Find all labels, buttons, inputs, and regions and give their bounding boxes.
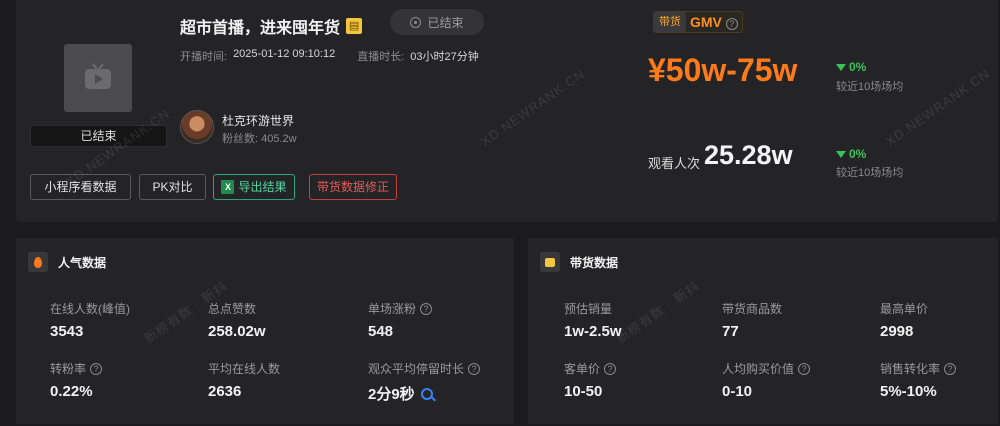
metric-total-likes: 总点赞数 258.02w — [208, 300, 266, 340]
help-icon[interactable]: ? — [468, 362, 481, 375]
shopping-cart-icon: ▤ — [346, 18, 363, 34]
metric-avg-stay: 观众平均停留时长? 2分9秒 — [368, 360, 481, 404]
anchor-avatar[interactable] — [180, 110, 214, 144]
anchor-fans: 粉丝数: 405.2w — [222, 130, 297, 146]
metric-label: 在线人数(峰值) — [50, 302, 130, 316]
metric-value: 0.22% — [50, 383, 93, 400]
viewers-label: 观看人次 — [648, 156, 701, 171]
gmv-tag-label: GMV ? — [686, 14, 742, 30]
tv-icon — [85, 63, 111, 89]
metric-value: 77 — [722, 323, 739, 340]
metric-value: 2636 — [208, 383, 242, 400]
fans-value: 405.2w — [261, 133, 297, 145]
duration-label: 直播时长: — [357, 51, 405, 63]
magnifier-icon[interactable] — [420, 387, 433, 400]
sales-panel: 带货数据 预估销量 1w-2.5w 带货商品数 77 最高单价 2998 客单价… — [528, 238, 998, 424]
gmv-tag-type: 带货 — [654, 12, 686, 32]
metric-label: 销售转化率 — [880, 362, 941, 376]
help-icon[interactable]: ? — [90, 362, 103, 375]
gmv-trend-sub: 较近10场场均 — [836, 81, 904, 93]
metric-product-count: 带货商品数 77 — [722, 300, 782, 340]
popularity-panel: 人气数据 在线人数(峰值) 3543 总点赞数 258.02w 单场涨粉? 54… — [16, 238, 514, 424]
anchor-name[interactable]: 杜克环游世界 — [222, 112, 294, 129]
metric-fan-conversion: 转粉率? 0.22% — [50, 360, 103, 400]
start-time-value: 2025-01-12 09:10:12 — [233, 48, 336, 60]
metric-label-row: 客单价? — [564, 360, 617, 377]
live-title-text: 超市首播，进来囤年货 — [180, 20, 341, 37]
metric-label-row: 人均购买价值? — [722, 360, 811, 377]
metric-label-row: 转粉率? — [50, 360, 103, 377]
status-badge: 已结束 — [390, 9, 484, 35]
metric-value-row: 2分9秒 — [368, 383, 480, 404]
gmv-label: GMV — [690, 14, 722, 30]
metric-new-fans: 单场涨粉? 548 — [368, 300, 433, 340]
metric-max-price: 最高单价 2998 — [880, 300, 928, 340]
metric-unit-price: 客单价? 10-50 — [564, 360, 617, 400]
data-correction-button[interactable]: 带货数据修正 — [309, 174, 397, 200]
popularity-header: 人气数据 — [28, 252, 106, 272]
fans-label: 粉丝数: — [222, 133, 259, 145]
gmv-trend: 0% — [836, 60, 866, 74]
gmv-tag: 带货 GMV ? — [653, 11, 743, 33]
help-icon[interactable]: ? — [725, 18, 738, 30]
flame-icon — [28, 252, 48, 272]
metric-label: 人均购买价值 — [722, 362, 795, 376]
metric-label: 总点赞数 — [208, 302, 257, 316]
metric-label: 客单价 — [564, 362, 601, 376]
trend-down-icon — [836, 151, 846, 158]
metric-label-row: 观众平均停留时长? — [368, 360, 481, 377]
watermark: 新榜有数 · 新抖 — [613, 277, 703, 347]
watermark: XD.NEWRANK.CN — [477, 65, 588, 150]
pk-compare-button[interactable]: PK对比 — [139, 174, 206, 200]
live-summary-card: 已结束 超市首播，进来囤年货 ▤ 已结束 开播时间: 2025-01-12 09… — [16, 0, 998, 222]
metric-label: 预估销量 — [564, 302, 613, 316]
metric-peak-online: 在线人数(峰值) 3543 — [50, 300, 130, 340]
metric-label: 转粉率 — [50, 362, 87, 376]
live-cover[interactable] — [64, 44, 132, 112]
help-icon[interactable]: ? — [798, 362, 811, 375]
metric-conversion-rate: 销售转化率? 5%-10% — [880, 360, 957, 400]
viewers-trend-sub: 较近10场场均 — [836, 167, 904, 179]
metric-value: 2分9秒 — [368, 386, 415, 403]
gmv-trend-value: 0% — [849, 60, 867, 74]
metric-label-row: 销售转化率? — [880, 360, 957, 377]
gmv-value: ¥50w-75w — [648, 52, 798, 88]
metric-avg-online: 平均在线人数 2636 — [208, 360, 280, 400]
metric-label: 带货商品数 — [722, 302, 783, 316]
viewers-trend: 0% — [836, 147, 866, 161]
export-button[interactable]: X 导出结果 — [213, 174, 295, 200]
metric-value: 0-10 — [722, 383, 753, 400]
metric-value: 10-50 — [564, 383, 603, 400]
live-meta: 开播时间: 2025-01-12 09:10:12 直播时长: 03小时27分钟 — [180, 48, 479, 64]
trend-down-icon — [836, 64, 846, 71]
metric-label: 单场涨粉 — [368, 302, 417, 316]
help-icon[interactable]: ? — [944, 362, 957, 375]
metric-value: 258.02w — [208, 323, 266, 340]
help-icon[interactable]: ? — [420, 302, 433, 315]
help-icon[interactable]: ? — [604, 362, 617, 375]
shopping-bag-icon — [540, 252, 560, 272]
metric-value: 2998 — [880, 323, 914, 340]
sales-title: 带货数据 — [570, 255, 619, 270]
viewers-trend-value: 0% — [849, 147, 867, 161]
live-title: 超市首播，进来囤年货 ▤ — [180, 14, 363, 38]
status-dot-icon — [410, 16, 422, 28]
status-text: 已结束 — [427, 15, 464, 30]
metric-per-capita-value: 人均购买价值? 0-10 — [722, 360, 811, 400]
metric-label-row: 单场涨粉? — [368, 300, 433, 317]
metric-value: 5%-10% — [880, 383, 937, 400]
sales-header: 带货数据 — [540, 252, 618, 272]
popularity-title: 人气数据 — [58, 255, 107, 270]
excel-icon: X — [221, 180, 235, 194]
metric-label: 平均在线人数 — [208, 362, 281, 376]
metric-label: 观众平均停留时长 — [368, 362, 465, 376]
metric-value: 548 — [368, 323, 394, 340]
duration-value: 03小时27分钟 — [410, 51, 479, 63]
viewers-value: 25.28w — [704, 140, 793, 170]
start-time-label: 开播时间: — [180, 51, 228, 63]
metric-value: 3543 — [50, 323, 84, 340]
metric-label: 最高单价 — [880, 302, 929, 316]
export-button-label: 导出结果 — [238, 180, 287, 194]
